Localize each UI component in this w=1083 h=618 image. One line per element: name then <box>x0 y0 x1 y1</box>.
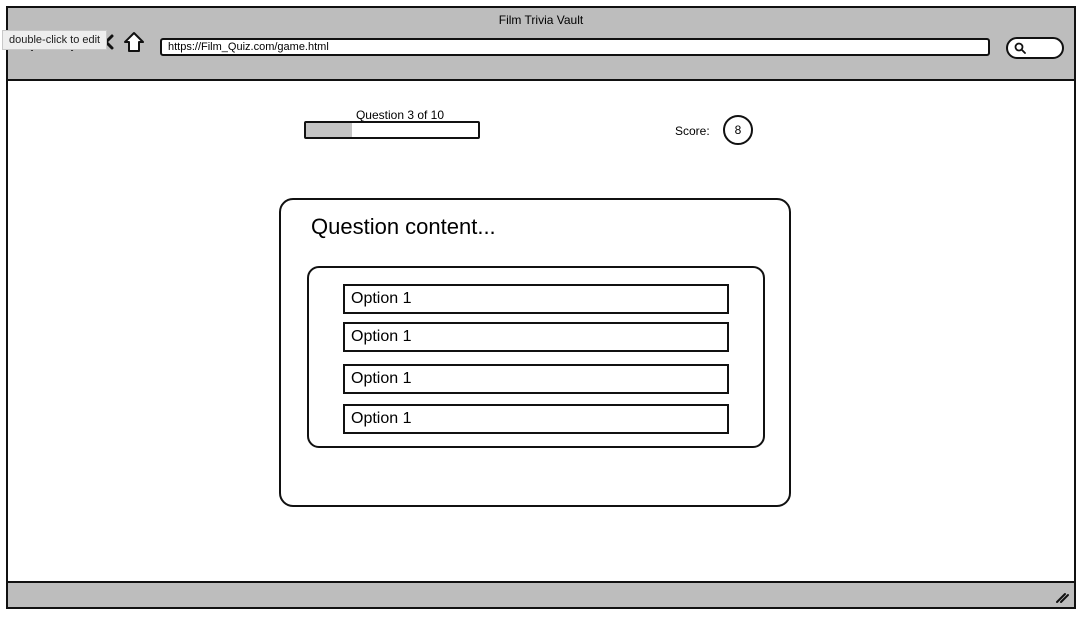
options-panel: Option 1 Option 1 Option 1 Option 1 <box>307 266 765 448</box>
question-card: Question content... Option 1 Option 1 Op… <box>279 198 791 507</box>
progress-fill <box>306 123 353 137</box>
answer-option[interactable]: Option 1 <box>343 284 729 314</box>
score-badge: 8 <box>723 115 753 145</box>
search-button[interactable] <box>1006 37 1064 59</box>
address-bar[interactable]: https://Film_Quiz.com/game.html <box>160 38 990 56</box>
search-icon <box>1014 42 1026 54</box>
answer-option[interactable]: Option 1 <box>343 404 729 434</box>
resize-grip-icon[interactable] <box>1052 587 1070 605</box>
home-icon[interactable] <box>122 30 146 54</box>
status-bar <box>8 581 1074 607</box>
progress-bar <box>304 121 480 139</box>
question-text: Question content... <box>311 214 496 239</box>
window-title: Film Trivia Vault <box>498 13 584 27</box>
edit-tooltip: double-click to edit <box>2 30 108 50</box>
question-counter: Question 3 of 10 <box>355 108 445 122</box>
answer-option[interactable]: Option 1 <box>343 364 729 394</box>
answer-option[interactable]: Option 1 <box>343 322 729 352</box>
score-label: Score: <box>675 124 710 138</box>
title-bar: Film Trivia Vault double-click to edit h… <box>2 8 1074 81</box>
